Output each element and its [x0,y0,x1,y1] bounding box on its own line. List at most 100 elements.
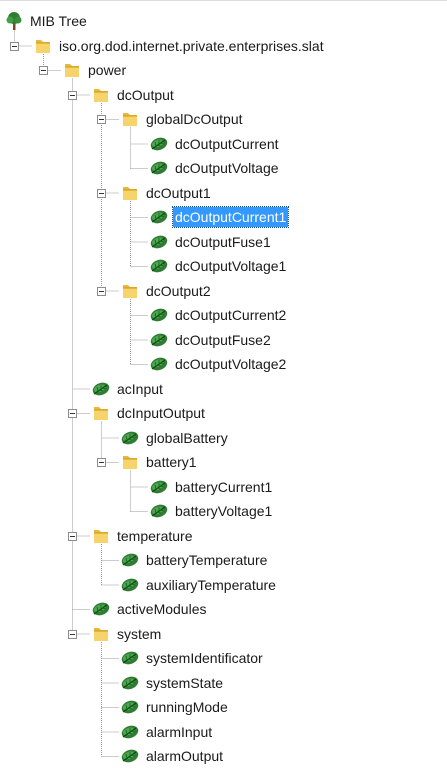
leaf-icon [149,305,169,325]
tree-leaf-node[interactable]: runningMode [120,695,230,719]
tree-folder-node[interactable]: dcOutput1 [120,181,213,205]
node-label-battery1[interactable]: battery1 [144,452,199,472]
collapse-toggle-icon[interactable] [10,41,19,51]
collapse-toggle-icon[interactable] [97,458,106,467]
tree-leaf-node[interactable]: auxiliaryTemperature [120,573,278,597]
node-label-dcoutput1[interactable]: dcOutput1 [144,183,213,203]
tree-leaf-node[interactable]: dcOutputCurrent1 [149,205,290,229]
tree-folder-node[interactable]: iso.org.dod.internet.private.enterprises… [33,34,326,58]
node-label-dcoutputfuse2[interactable]: dcOutputFuse2 [173,330,273,350]
node-label-dcoutputcurrent2[interactable]: dcOutputCurrent2 [173,305,288,325]
leaf-icon [149,477,169,497]
tree-leaf-node[interactable]: activeModules [91,597,209,621]
leaf-icon [120,550,140,570]
leaf-icon [120,722,140,742]
collapse-toggle-icon[interactable] [68,90,77,100]
tree-leaf-node[interactable]: dcOutputVoltage2 [149,352,288,376]
tree-leaf-node[interactable]: globalBattery [120,426,230,450]
node-label-dcoutput[interactable]: dcOutput [115,85,176,105]
node-label-dcoutputcurrent1[interactable]: dcOutputCurrent1 [171,206,290,228]
tree-leaf-node[interactable]: batteryTemperature [120,548,269,572]
leaf-icon [120,575,140,595]
tree-folder-node[interactable]: power [62,58,128,82]
node-label-alarmoutput[interactable]: alarmOutput [144,746,225,766]
node-label-alarminput[interactable]: alarmInput [144,722,214,742]
node-label-activemodules[interactable]: activeModules [115,599,209,619]
node-label-globalbattery[interactable]: globalBattery [144,428,230,448]
tree-icon [4,11,24,31]
tree-leaf-node[interactable]: batteryVoltage1 [149,499,274,523]
folder-icon [91,403,111,423]
node-label-batterytemperature[interactable]: batteryTemperature [144,550,269,570]
folder-icon [120,183,140,203]
node-label-mib-tree[interactable]: MIB Tree [28,11,89,31]
leaf-icon [149,134,169,154]
collapse-toggle-icon[interactable] [68,531,77,541]
mib-tree[interactable]: MIB Tree iso.org.dod.internet.private.ent… [0,0,447,774]
node-label-dcoutputcurrent[interactable]: dcOutputCurrent [173,134,281,154]
node-label-batteryvoltage1[interactable]: batteryVoltage1 [173,501,274,521]
tree-leaf-node[interactable]: batteryCurrent1 [149,475,274,499]
collapse-toggle-icon[interactable] [68,629,77,639]
node-label-runningmode[interactable]: runningMode [144,697,230,717]
leaf-icon [149,256,169,276]
tree-folder-node[interactable]: dcOutput2 [120,279,213,303]
node-label-temperature[interactable]: temperature [115,526,194,546]
node-label-dcoutput2[interactable]: dcOutput2 [144,281,213,301]
node-label-dcinputoutput[interactable]: dcInputOutput [115,403,207,423]
tree-leaf-node[interactable]: dcOutputCurrent [149,132,281,156]
tree-folder-node[interactable]: system [91,622,163,646]
tree-leaf-node[interactable]: systemState [120,671,225,695]
node-label-batterycurrent1[interactable]: batteryCurrent1 [173,477,274,497]
tree-leaf-node[interactable]: dcOutputFuse2 [149,328,273,352]
collapse-toggle-icon[interactable] [68,409,77,418]
folder-icon [91,85,111,105]
node-label-power[interactable]: power [86,60,128,80]
node-label-auxiliarytemperature[interactable]: auxiliaryTemperature [144,575,278,595]
leaf-icon [120,697,140,717]
leaf-icon [120,648,140,668]
leaf-icon [149,330,169,350]
tree-leaf-node[interactable]: dcOutputVoltage1 [149,254,288,278]
tree-leaf-node[interactable]: dcOutputCurrent2 [149,303,288,327]
tree-folder-node[interactable]: globalDcOutput [120,107,245,131]
folder-icon [62,60,82,80]
collapse-toggle-icon[interactable] [97,115,106,124]
tree-folder-node[interactable]: dcInputOutput [91,401,207,425]
folder-icon [91,526,111,546]
node-label-dcoutputvoltage1[interactable]: dcOutputVoltage1 [173,256,288,276]
leaf-icon [120,673,140,693]
tree-leaf-node[interactable]: alarmInput [120,720,214,744]
leaf-icon [91,379,111,399]
leaf-icon [149,501,169,521]
leaf-icon [149,207,169,227]
tree-leaf-node[interactable]: dcOutputFuse1 [149,230,273,254]
tree-folder-node[interactable]: temperature [91,524,194,548]
node-label-dcoutputfuse1[interactable]: dcOutputFuse1 [173,232,273,252]
node-label-dcoutputvoltage2[interactable]: dcOutputVoltage2 [173,354,288,374]
folder-icon [33,36,53,56]
tree-leaf-node[interactable]: alarmOutput [120,744,225,768]
tree-folder-node[interactable]: dcOutput [91,83,176,107]
leaf-icon [120,746,140,766]
leaf-icon [91,599,111,619]
folder-icon [120,109,140,129]
tree-leaf-node[interactable]: acInput [91,377,165,401]
tree-folder-node[interactable]: battery1 [120,450,199,474]
node-label-system[interactable]: system [115,624,163,644]
node-label-iso-org-dod-internet-private-enterprises-slat[interactable]: iso.org.dod.internet.private.enterprises… [57,36,326,56]
collapse-toggle-icon[interactable] [97,286,106,296]
leaf-icon [149,354,169,374]
leaf-icon [149,232,169,252]
collapse-toggle-icon[interactable] [39,66,48,75]
tree-leaf-node[interactable]: systemIdentificator [120,646,265,670]
node-label-acinput[interactable]: acInput [115,379,165,399]
node-label-dcoutputvoltage[interactable]: dcOutputVoltage [173,158,281,178]
tree-root[interactable]: MIB Tree [4,9,89,33]
leaf-icon [120,428,140,448]
node-label-systemidentificator[interactable]: systemIdentificator [144,648,265,668]
node-label-globaldcoutput[interactable]: globalDcOutput [144,109,245,129]
node-label-systemstate[interactable]: systemState [144,673,225,693]
collapse-toggle-icon[interactable] [97,188,106,198]
tree-leaf-node[interactable]: dcOutputVoltage [149,156,281,180]
